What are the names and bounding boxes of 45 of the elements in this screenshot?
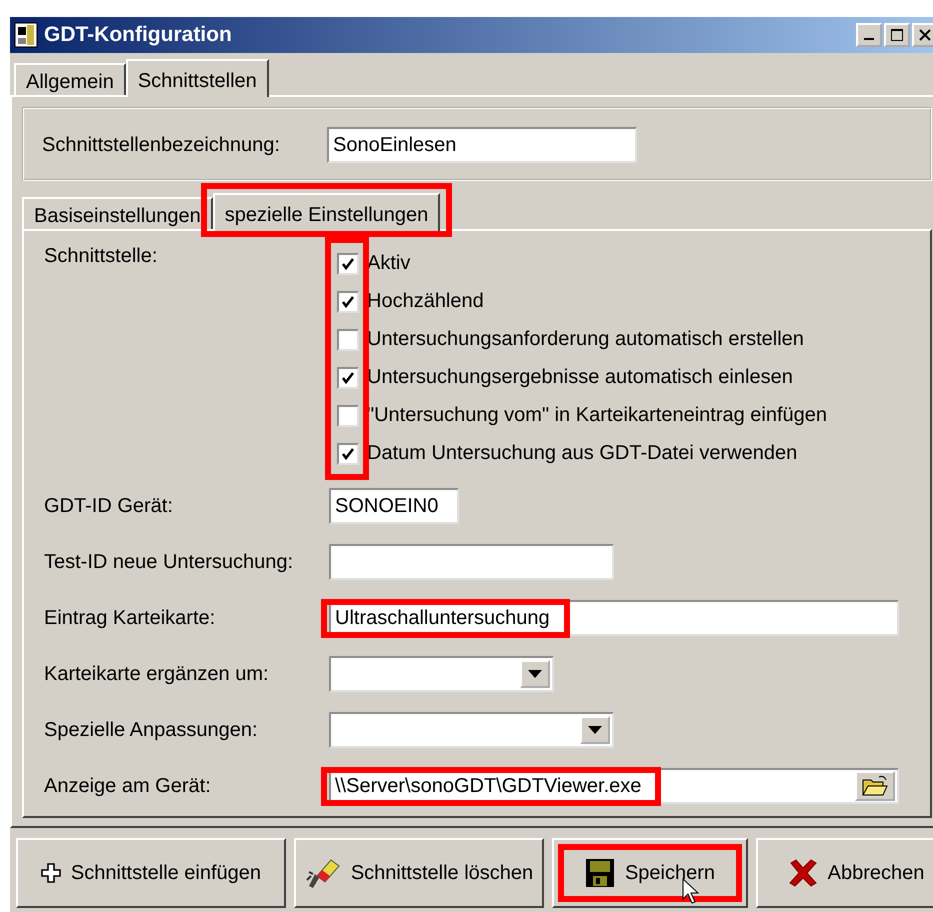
window-title: GDT-Konfiguration <box>44 23 233 47</box>
plus-icon <box>40 863 61 883</box>
text-field[interactable] <box>329 544 614 580</box>
checkbox[interactable] <box>337 290 359 312</box>
field-label: Spezielle Anpassungen: <box>44 718 258 742</box>
checkbox-label[interactable]: Aktiv <box>367 252 410 275</box>
field-label: Schnittstellenbezeichnung: <box>42 134 281 156</box>
field-label: Schnittstelle: <box>44 245 158 269</box>
checkbox-label[interactable]: "Untersuchung vom" in Karteikarteneintrag einfügen <box>367 404 828 427</box>
field-label: GDT-ID Gerät: <box>44 494 174 518</box>
checkbox-label[interactable]: Untersuchungsergebnisse automatisch einlesen <box>367 366 793 389</box>
tab[interactable]: Basiseinstellungen <box>22 197 213 229</box>
close-button[interactable] <box>912 23 933 47</box>
checkbox[interactable] <box>337 252 359 274</box>
field-label: Karteikarte ergänzen um: <box>44 662 270 686</box>
field-label: Anzeige am Gerät: <box>44 774 212 798</box>
maximize-button[interactable] <box>884 23 910 47</box>
checkmark-icon <box>341 446 355 460</box>
action-button[interactable]: Schnittstelle einfügen <box>16 838 286 908</box>
checkbox-label[interactable]: Datum Untersuchung aus GDT-Datei verwenden <box>367 442 798 465</box>
minimize-button[interactable] <box>856 23 882 47</box>
checkmark-icon <box>341 370 355 384</box>
tab[interactable]: spezielle Einstellungen <box>212 193 440 231</box>
cross-icon <box>788 858 818 888</box>
action-button[interactable]: Schnittstelle löschen <box>294 838 544 908</box>
minimize-icon <box>864 38 874 40</box>
checkbox[interactable] <box>337 328 359 350</box>
action-button[interactable]: Abbrechen <box>756 838 933 908</box>
checkmark-icon <box>341 256 355 270</box>
checkmark-icon <box>341 294 355 308</box>
close-icon <box>919 29 931 41</box>
checkbox[interactable] <box>337 442 359 464</box>
text-field[interactable]: SonoEinlesen <box>327 127 637 163</box>
open-folder-icon[interactable] <box>855 771 895 801</box>
checkbox-label[interactable]: Hochzählend <box>367 290 484 313</box>
text-field[interactable]: SONOEIN0 <box>329 488 459 524</box>
app-icon <box>14 22 38 48</box>
field-label: Eintrag Karteikarte: <box>44 606 216 630</box>
tab[interactable]: Allgemein <box>14 63 126 95</box>
tab[interactable]: Schnittstellen <box>126 59 269 97</box>
checkbox[interactable] <box>337 366 359 388</box>
field-label: Test-ID neue Untersuchung: <box>44 550 294 574</box>
maximize-icon <box>890 28 904 42</box>
checkbox[interactable] <box>337 404 359 426</box>
checkbox-label[interactable]: Untersuchungsanforderung automatisch erstellen <box>367 328 804 351</box>
